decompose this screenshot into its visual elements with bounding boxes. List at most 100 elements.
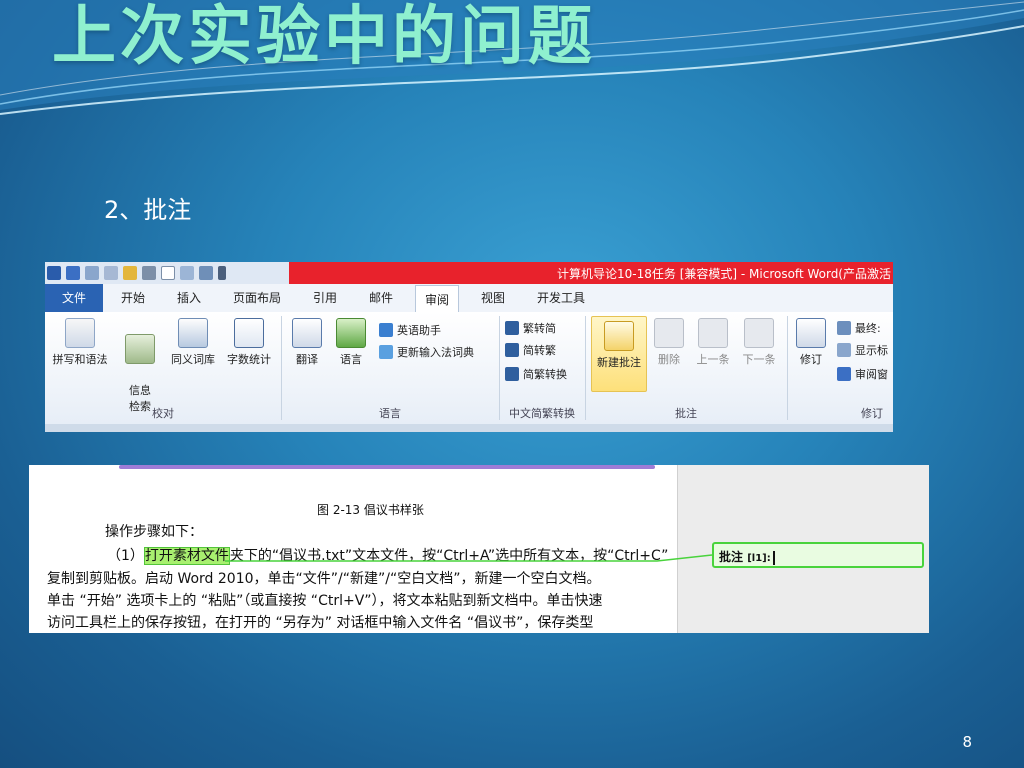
tab-references[interactable]: 引用 <box>313 284 337 312</box>
show-markup-button[interactable]: 显示标 <box>837 342 888 358</box>
spelling-grammar-label: 拼写和语法 <box>52 353 108 366</box>
comment-text: 批注 [l1]: <box>719 548 775 565</box>
comment-label: 批注 <box>719 550 744 564</box>
word-app-icon[interactable] <box>47 266 61 280</box>
tab-mailings[interactable]: 邮件 <box>369 284 393 312</box>
word-count-button[interactable]: 字数统计 <box>221 318 277 367</box>
show-markup-label: 显示标 <box>855 344 888 357</box>
comments-group-label: 批注 <box>675 407 697 420</box>
window-title: 计算机导论10-18任务 [兼容模式] - Microsoft Word(产品激… <box>557 267 891 281</box>
simplified-to-traditional-button[interactable]: 简转繁 <box>505 342 556 358</box>
word-document-screenshot: 图 2-13 倡议书样张 操作步骤如下： （1）打开素材文件夹下的“倡议书.tx… <box>29 465 929 633</box>
customize-toolbar-icon[interactable] <box>218 266 226 280</box>
previous-comment-label: 上一条 <box>696 353 730 366</box>
new-comment-label: 新建批注 <box>597 356 641 369</box>
ribbon-title-bar: 计算机导论10-18任务 [兼容模式] - Microsoft Word(产品激… <box>45 262 893 284</box>
commented-text-highlight[interactable]: 打开素材文件 <box>143 547 230 565</box>
word-count-icon <box>234 318 264 348</box>
step-1-text: 夹下的“倡议书.txt”文本文件，按“Ctrl+A”选中所有文本，按“Ctrl+… <box>229 548 669 564</box>
traditional-to-simplified-button[interactable]: 繁转简 <box>505 320 556 336</box>
ribbon-bottom-edge <box>45 424 893 432</box>
previous-comment-button[interactable]: 上一条 <box>691 318 735 367</box>
research-button[interactable]: 信息 检索 <box>115 318 165 415</box>
language-icon <box>336 318 366 348</box>
new-doc-icon[interactable] <box>161 266 175 280</box>
step-number: （1） <box>107 548 144 564</box>
update-ime-label: 更新输入法词典 <box>397 346 474 359</box>
research-icon <box>125 334 155 364</box>
show-markup-icon <box>837 343 851 357</box>
thesaurus-icon <box>178 318 208 348</box>
doc-line-step-1: （1）打开素材文件夹下的“倡议书.txt”文本文件，按“Ctrl+A”选中所有文… <box>107 545 668 565</box>
simplified-to-traditional-icon <box>505 343 519 357</box>
display-review-icon <box>837 321 851 335</box>
reviewing-pane-icon <box>837 367 851 381</box>
doc-line-steps: 操作步骤如下： <box>105 524 203 540</box>
page-number: 8 <box>962 733 972 751</box>
traditional-to-simplified-icon <box>505 321 519 335</box>
screenshot-icon[interactable] <box>199 266 213 280</box>
delete-comment-button[interactable]: 删除 <box>651 318 687 367</box>
update-ime-dictionary-button[interactable]: 更新输入法词典 <box>379 344 474 360</box>
ribbon-tabs: 文件 开始 插入 页面布局 引用 邮件 审阅 视图 开发工具 <box>45 284 893 313</box>
track-changes-button[interactable]: 修订 <box>791 318 831 367</box>
word-count-label: 字数统计 <box>227 353 271 366</box>
tab-page-layout[interactable]: 页面布局 <box>233 284 281 312</box>
english-assistant-label: 英语助手 <box>397 324 441 337</box>
doc-line-2: 复制到剪贴板。启动 Word 2010，单击“文件”/“新建”/“空白文档”，新… <box>47 571 601 587</box>
thesaurus-button[interactable]: 同义词库 <box>165 318 221 367</box>
translate-button[interactable]: 翻译 <box>285 318 329 367</box>
comment-balloon[interactable]: 批注 [l1]: <box>712 542 924 568</box>
traditional-to-simplified-label: 繁转简 <box>523 322 556 335</box>
reviewing-pane-button[interactable]: 审阅窗 <box>837 366 888 382</box>
spellcheck-icon <box>65 318 95 348</box>
figure-caption: 图 2-13 倡议书样张 <box>317 503 424 517</box>
tab-developer[interactable]: 开发工具 <box>537 284 585 312</box>
tab-insert[interactable]: 插入 <box>177 284 201 312</box>
ribbon-body: 拼写和语法 信息 检索 同义词库 字数统计 校对 翻译 语言 英语助手 更新输入… <box>45 312 893 424</box>
english-assistant-icon <box>379 323 393 337</box>
doc-line-3: 单击 “开始” 选项卡上的 “粘贴”（或直接按 “Ctrl+V”），将文本粘贴到… <box>47 593 603 609</box>
comment-ref: [l1]: <box>747 553 771 564</box>
thesaurus-label: 同义词库 <box>171 353 215 366</box>
chinese-conversion-label: 简繁转换 <box>523 368 567 381</box>
tab-file[interactable]: 文件 <box>45 284 103 312</box>
display-review-label: 最终: <box>855 322 881 335</box>
image-frame-edge <box>119 465 655 469</box>
text-cursor <box>772 550 775 565</box>
new-comment-button[interactable]: 新建批注 <box>591 316 647 392</box>
print-icon[interactable] <box>142 266 156 280</box>
language-button[interactable]: 语言 <box>331 318 371 367</box>
delete-comment-label: 删除 <box>658 353 680 366</box>
tab-home[interactable]: 开始 <box>121 284 145 312</box>
next-comment-icon <box>744 318 774 348</box>
delete-comment-icon <box>654 318 684 348</box>
translate-icon <box>292 318 322 348</box>
open-folder-icon[interactable] <box>123 266 137 280</box>
print-preview-icon[interactable] <box>180 266 194 280</box>
chinese-conversion-button[interactable]: 简繁转换 <box>505 366 567 382</box>
redo-icon[interactable] <box>104 266 118 280</box>
display-for-review-select[interactable]: 最终: <box>837 320 881 336</box>
undo-icon[interactable] <box>85 266 99 280</box>
previous-comment-icon <box>698 318 728 348</box>
save-icon[interactable] <box>66 266 80 280</box>
slide-title: 上次实验中的问题 <box>52 0 596 74</box>
update-ime-icon <box>379 345 393 359</box>
reviewing-pane-label: 审阅窗 <box>855 368 888 381</box>
tab-review[interactable]: 审阅 <box>415 285 460 313</box>
track-changes-icon <box>796 318 826 348</box>
next-comment-button[interactable]: 下一条 <box>737 318 781 367</box>
chinese-conversion-icon <box>505 367 519 381</box>
spelling-grammar-button[interactable]: 拼写和语法 <box>49 318 111 367</box>
tracking-group-label: 修订 <box>861 407 883 420</box>
chinese-conversion-group-label: 中文简繁转换 <box>509 407 575 420</box>
track-changes-label: 修订 <box>800 353 822 366</box>
english-assistant-button[interactable]: 英语助手 <box>379 322 441 338</box>
proofing-group-label: 校对 <box>152 407 174 420</box>
doc-line-4: 访问工具栏上的保存按钮，在打开的 “另存为” 对话框中输入文件名 “倡议书”，保… <box>47 615 594 631</box>
next-comment-label: 下一条 <box>742 353 776 366</box>
simplified-to-traditional-label: 简转繁 <box>523 344 556 357</box>
word-ribbon-screenshot: 计算机导论10-18任务 [兼容模式] - Microsoft Word(产品激… <box>45 262 893 432</box>
tab-view[interactable]: 视图 <box>481 284 505 312</box>
